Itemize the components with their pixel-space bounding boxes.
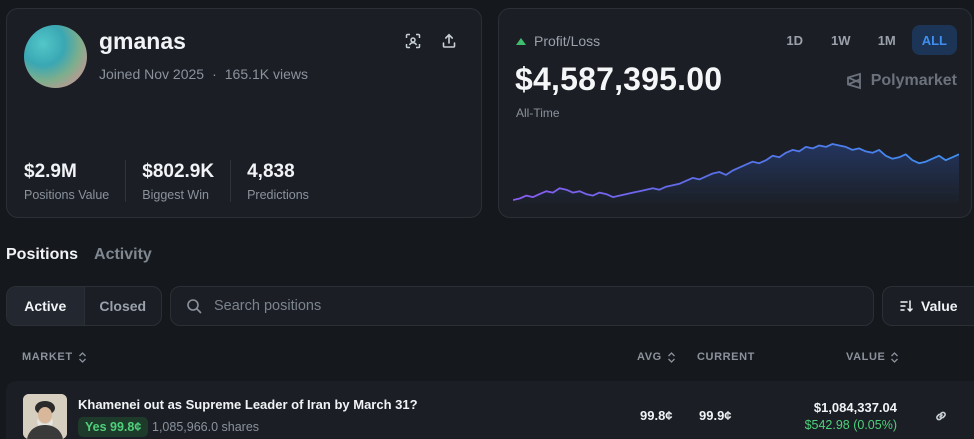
sort-arrows-icon [667, 351, 675, 363]
joined-date: Joined Nov 2025 [99, 66, 205, 82]
column-header-value[interactable]: VALUE [846, 351, 899, 363]
separator-dot: · [212, 66, 217, 82]
header-label: MARKET [22, 351, 73, 363]
tab-positions[interactable]: Positions [6, 246, 78, 264]
range-tab-1m[interactable]: 1M [866, 25, 908, 55]
status-filter: Active Closed [6, 286, 162, 326]
pnl-label-text: Profit/Loss [534, 33, 601, 49]
section-tabs: Positions Activity [6, 246, 152, 264]
filter-closed-button[interactable]: Closed [85, 287, 162, 325]
profit-loss-card: Profit/Loss $4,587,395.00 All-Time 1D 1W… [498, 8, 972, 218]
market-thumbnail [23, 394, 67, 439]
position-value: $1,084,337.04 [813, 400, 897, 415]
share-count: 1,085,966.0 shares [152, 420, 260, 434]
stat-label: Predictions [247, 188, 309, 202]
market-title[interactable]: Khamenei out as Supreme Leader of Iran b… [78, 397, 418, 412]
range-tab-1w[interactable]: 1W [820, 25, 862, 55]
position-pnl: $542.98 (0.05%) [804, 418, 897, 432]
stat-label: Positions Value [24, 188, 110, 202]
stat-biggest-win: $802.9K Biggest Win [142, 160, 232, 202]
search-input[interactable] [212, 297, 856, 315]
stat-label: Biggest Win [142, 188, 209, 202]
range-tabs: 1D 1W 1M ALL [774, 25, 957, 55]
profile-stats: $2.9M Positions Value $802.9K Biggest Wi… [24, 160, 341, 202]
profile-meta: Joined Nov 2025 · 165.1K views [99, 66, 308, 82]
current-price: 99.9¢ [699, 408, 732, 423]
username: gmanas [99, 28, 186, 54]
pnl-value: $4,587,395.00 [515, 61, 723, 97]
sort-value-button[interactable]: Value [882, 286, 974, 326]
stat-value: $802.9K [142, 161, 215, 182]
chart-area-fill [513, 144, 959, 204]
search-box [170, 286, 874, 326]
sort-arrows-icon [78, 351, 86, 363]
avatar[interactable] [24, 25, 87, 88]
view-count: 165.1K views [224, 66, 309, 82]
share-icon[interactable] [439, 31, 459, 51]
header-label: VALUE [846, 351, 886, 363]
stat-value: 4,838 [247, 161, 295, 182]
table-row[interactable]: Khamenei out as Supreme Leader of Iran b… [6, 381, 974, 439]
polymarket-brand: Polymarket [845, 72, 957, 90]
column-header-market[interactable]: MARKET [22, 351, 87, 363]
tab-activity[interactable]: Activity [94, 246, 152, 264]
column-header-current: CURRENT [697, 351, 755, 363]
pnl-chart [513, 143, 959, 204]
stat-value: $2.9M [24, 161, 77, 182]
sort-icon [900, 300, 913, 313]
stat-predictions: 4,838 Predictions [247, 160, 325, 202]
search-icon [187, 299, 202, 314]
pnl-period: All-Time [516, 106, 560, 120]
header-label: AVG [637, 351, 662, 363]
avg-price: 99.8¢ [640, 408, 673, 423]
pnl-label: Profit/Loss [516, 33, 600, 49]
scan-icon[interactable] [403, 31, 423, 51]
brand-name: Polymarket [870, 72, 957, 89]
up-triangle-icon [516, 37, 526, 45]
column-header-avg[interactable]: AVG [637, 351, 676, 363]
sort-label: Value [921, 298, 958, 314]
outcome-badge: Yes 99.8¢ [78, 417, 149, 437]
filter-active-button[interactable]: Active [7, 287, 85, 325]
range-tab-all[interactable]: ALL [911, 25, 957, 55]
profile-card: gmanas Joined Nov 2025 · 165.1K views $2.9… [6, 8, 482, 218]
range-tab-1d[interactable]: 1D [774, 25, 816, 55]
polymarket-logo-icon [846, 72, 861, 90]
sort-arrows-icon [891, 351, 899, 363]
stat-positions-value: $2.9M Positions Value [24, 160, 127, 202]
header-label: CURRENT [697, 351, 755, 363]
link-icon[interactable] [934, 409, 948, 428]
